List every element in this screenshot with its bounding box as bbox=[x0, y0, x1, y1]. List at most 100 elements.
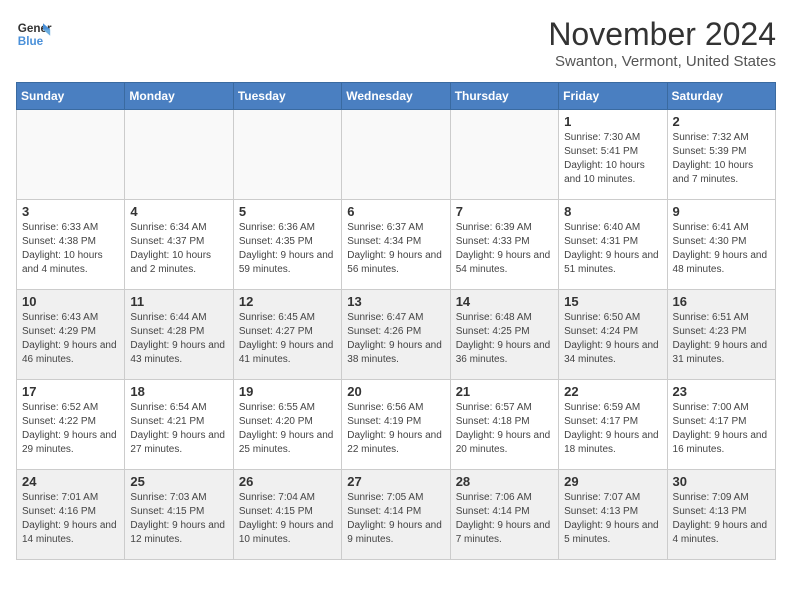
logo: General Blue bbox=[16, 16, 52, 52]
day-number: 10 bbox=[22, 294, 119, 309]
calendar-week-row: 17 Sunrise: 6:52 AMSunset: 4:22 PMDayligh… bbox=[17, 380, 776, 470]
calendar-cell: 26 Sunrise: 7:04 AMSunset: 4:15 PMDayligh… bbox=[233, 470, 341, 560]
calendar-table: SundayMondayTuesdayWednesdayThursdayFrid… bbox=[16, 82, 776, 560]
day-number: 6 bbox=[347, 204, 444, 219]
day-info: Sunrise: 6:52 AMSunset: 4:22 PMDaylight:… bbox=[22, 401, 119, 457]
calendar-cell bbox=[450, 110, 558, 200]
day-info: Sunrise: 6:43 AMSunset: 4:29 PMDaylight:… bbox=[22, 311, 119, 367]
day-number: 5 bbox=[239, 204, 336, 219]
calendar-header-row: SundayMondayTuesdayWednesdayThursdayFrid… bbox=[17, 83, 776, 110]
day-of-week-header: Saturday bbox=[667, 83, 775, 110]
day-number: 3 bbox=[22, 204, 119, 219]
day-info: Sunrise: 6:48 AMSunset: 4:25 PMDaylight:… bbox=[456, 311, 553, 367]
day-info: Sunrise: 6:50 AMSunset: 4:24 PMDaylight:… bbox=[564, 311, 661, 367]
day-info: Sunrise: 7:32 AMSunset: 5:39 PMDaylight:… bbox=[673, 131, 770, 187]
calendar-cell: 6 Sunrise: 6:37 AMSunset: 4:34 PMDaylight… bbox=[342, 200, 450, 290]
calendar-cell: 2 Sunrise: 7:32 AMSunset: 5:39 PMDaylight… bbox=[667, 110, 775, 200]
day-info: Sunrise: 6:34 AMSunset: 4:37 PMDaylight:… bbox=[130, 221, 227, 277]
calendar-cell: 4 Sunrise: 6:34 AMSunset: 4:37 PMDaylight… bbox=[125, 200, 233, 290]
calendar-cell: 21 Sunrise: 6:57 AMSunset: 4:18 PMDayligh… bbox=[450, 380, 558, 470]
day-number: 12 bbox=[239, 294, 336, 309]
day-number: 2 bbox=[673, 114, 770, 129]
day-info: Sunrise: 6:40 AMSunset: 4:31 PMDaylight:… bbox=[564, 221, 661, 277]
page-header: General Blue November 2024 Swanton, Verm… bbox=[16, 16, 776, 70]
day-info: Sunrise: 7:06 AMSunset: 4:14 PMDaylight:… bbox=[456, 491, 553, 547]
day-info: Sunrise: 7:03 AMSunset: 4:15 PMDaylight:… bbox=[130, 491, 227, 547]
day-info: Sunrise: 6:47 AMSunset: 4:26 PMDaylight:… bbox=[347, 311, 444, 367]
calendar-week-row: 1Sunrise: 7:30 AMSunset: 5:41 PMDaylight… bbox=[17, 110, 776, 200]
day-number: 9 bbox=[673, 204, 770, 219]
day-number: 7 bbox=[456, 204, 553, 219]
location-title: Swanton, Vermont, United States bbox=[548, 53, 776, 70]
day-number: 17 bbox=[22, 384, 119, 399]
day-info: Sunrise: 7:07 AMSunset: 4:13 PMDaylight:… bbox=[564, 491, 661, 547]
day-info: Sunrise: 6:36 AMSunset: 4:35 PMDaylight:… bbox=[239, 221, 336, 277]
day-number: 15 bbox=[564, 294, 661, 309]
day-number: 23 bbox=[673, 384, 770, 399]
calendar-cell bbox=[342, 110, 450, 200]
day-info: Sunrise: 7:01 AMSunset: 4:16 PMDaylight:… bbox=[22, 491, 119, 547]
calendar-cell: 29 Sunrise: 7:07 AMSunset: 4:13 PMDayligh… bbox=[559, 470, 667, 560]
calendar-cell: 1Sunrise: 7:30 AMSunset: 5:41 PMDaylight… bbox=[559, 110, 667, 200]
calendar-cell: 10 Sunrise: 6:43 AMSunset: 4:29 PMDayligh… bbox=[17, 290, 125, 380]
day-info: Sunrise: 6:59 AMSunset: 4:17 PMDaylight:… bbox=[564, 401, 661, 457]
calendar-cell: 20 Sunrise: 6:56 AMSunset: 4:19 PMDayligh… bbox=[342, 380, 450, 470]
calendar-cell: 25 Sunrise: 7:03 AMSunset: 4:15 PMDayligh… bbox=[125, 470, 233, 560]
day-number: 24 bbox=[22, 474, 119, 489]
calendar-week-row: 3 Sunrise: 6:33 AMSunset: 4:38 PMDaylight… bbox=[17, 200, 776, 290]
calendar-cell bbox=[17, 110, 125, 200]
day-info: Sunrise: 6:37 AMSunset: 4:34 PMDaylight:… bbox=[347, 221, 444, 277]
day-info: Sunrise: 7:04 AMSunset: 4:15 PMDaylight:… bbox=[239, 491, 336, 547]
calendar-cell: 16Sunrise: 6:51 AMSunset: 4:23 PMDayligh… bbox=[667, 290, 775, 380]
calendar-week-row: 24 Sunrise: 7:01 AMSunset: 4:16 PMDayligh… bbox=[17, 470, 776, 560]
calendar-cell: 7Sunrise: 6:39 AMSunset: 4:33 PMDaylight… bbox=[450, 200, 558, 290]
day-number: 20 bbox=[347, 384, 444, 399]
day-number: 19 bbox=[239, 384, 336, 399]
day-info: Sunrise: 7:30 AMSunset: 5:41 PMDaylight:… bbox=[564, 131, 661, 187]
day-number: 14 bbox=[456, 294, 553, 309]
day-of-week-header: Tuesday bbox=[233, 83, 341, 110]
day-number: 26 bbox=[239, 474, 336, 489]
calendar-cell: 17 Sunrise: 6:52 AMSunset: 4:22 PMDayligh… bbox=[17, 380, 125, 470]
day-number: 11 bbox=[130, 294, 227, 309]
day-info: Sunrise: 6:33 AMSunset: 4:38 PMDaylight:… bbox=[22, 221, 119, 277]
day-number: 28 bbox=[456, 474, 553, 489]
calendar-cell: 12Sunrise: 6:45 AMSunset: 4:27 PMDayligh… bbox=[233, 290, 341, 380]
calendar-cell: 15 Sunrise: 6:50 AMSunset: 4:24 PMDayligh… bbox=[559, 290, 667, 380]
day-number: 13 bbox=[347, 294, 444, 309]
calendar-cell: 22Sunrise: 6:59 AMSunset: 4:17 PMDayligh… bbox=[559, 380, 667, 470]
calendar-cell: 30 Sunrise: 7:09 AMSunset: 4:13 PMDayligh… bbox=[667, 470, 775, 560]
day-of-week-header: Monday bbox=[125, 83, 233, 110]
calendar-cell: 13 Sunrise: 6:47 AMSunset: 4:26 PMDayligh… bbox=[342, 290, 450, 380]
calendar-cell: 5 Sunrise: 6:36 AMSunset: 4:35 PMDaylight… bbox=[233, 200, 341, 290]
day-info: Sunrise: 7:05 AMSunset: 4:14 PMDaylight:… bbox=[347, 491, 444, 547]
day-info: Sunrise: 6:56 AMSunset: 4:19 PMDaylight:… bbox=[347, 401, 444, 457]
calendar-cell: 27 Sunrise: 7:05 AMSunset: 4:14 PMDayligh… bbox=[342, 470, 450, 560]
day-info: Sunrise: 7:09 AMSunset: 4:13 PMDaylight:… bbox=[673, 491, 770, 547]
day-number: 8 bbox=[564, 204, 661, 219]
day-info: Sunrise: 6:44 AMSunset: 4:28 PMDaylight:… bbox=[130, 311, 227, 367]
day-number: 4 bbox=[130, 204, 227, 219]
calendar-cell: 18Sunrise: 6:54 AMSunset: 4:21 PMDayligh… bbox=[125, 380, 233, 470]
day-info: Sunrise: 6:54 AMSunset: 4:21 PMDaylight:… bbox=[130, 401, 227, 457]
calendar-cell: 3 Sunrise: 6:33 AMSunset: 4:38 PMDaylight… bbox=[17, 200, 125, 290]
day-number: 16 bbox=[673, 294, 770, 309]
day-info: Sunrise: 6:55 AMSunset: 4:20 PMDaylight:… bbox=[239, 401, 336, 457]
day-number: 30 bbox=[673, 474, 770, 489]
day-of-week-header: Friday bbox=[559, 83, 667, 110]
calendar-cell: 23 Sunrise: 7:00 AMSunset: 4:17 PMDayligh… bbox=[667, 380, 775, 470]
day-info: Sunrise: 6:57 AMSunset: 4:18 PMDaylight:… bbox=[456, 401, 553, 457]
calendar-cell: 8 Sunrise: 6:40 AMSunset: 4:31 PMDaylight… bbox=[559, 200, 667, 290]
calendar-cell bbox=[125, 110, 233, 200]
title-section: November 2024 Swanton, Vermont, United S… bbox=[548, 16, 776, 70]
svg-text:Blue: Blue bbox=[18, 35, 44, 48]
day-number: 27 bbox=[347, 474, 444, 489]
day-number: 29 bbox=[564, 474, 661, 489]
day-number: 25 bbox=[130, 474, 227, 489]
calendar-cell: 9 Sunrise: 6:41 AMSunset: 4:30 PMDaylight… bbox=[667, 200, 775, 290]
day-number: 21 bbox=[456, 384, 553, 399]
logo-icon: General Blue bbox=[16, 16, 52, 52]
calendar-cell bbox=[233, 110, 341, 200]
day-info: Sunrise: 7:00 AMSunset: 4:17 PMDaylight:… bbox=[673, 401, 770, 457]
day-info: Sunrise: 6:41 AMSunset: 4:30 PMDaylight:… bbox=[673, 221, 770, 277]
